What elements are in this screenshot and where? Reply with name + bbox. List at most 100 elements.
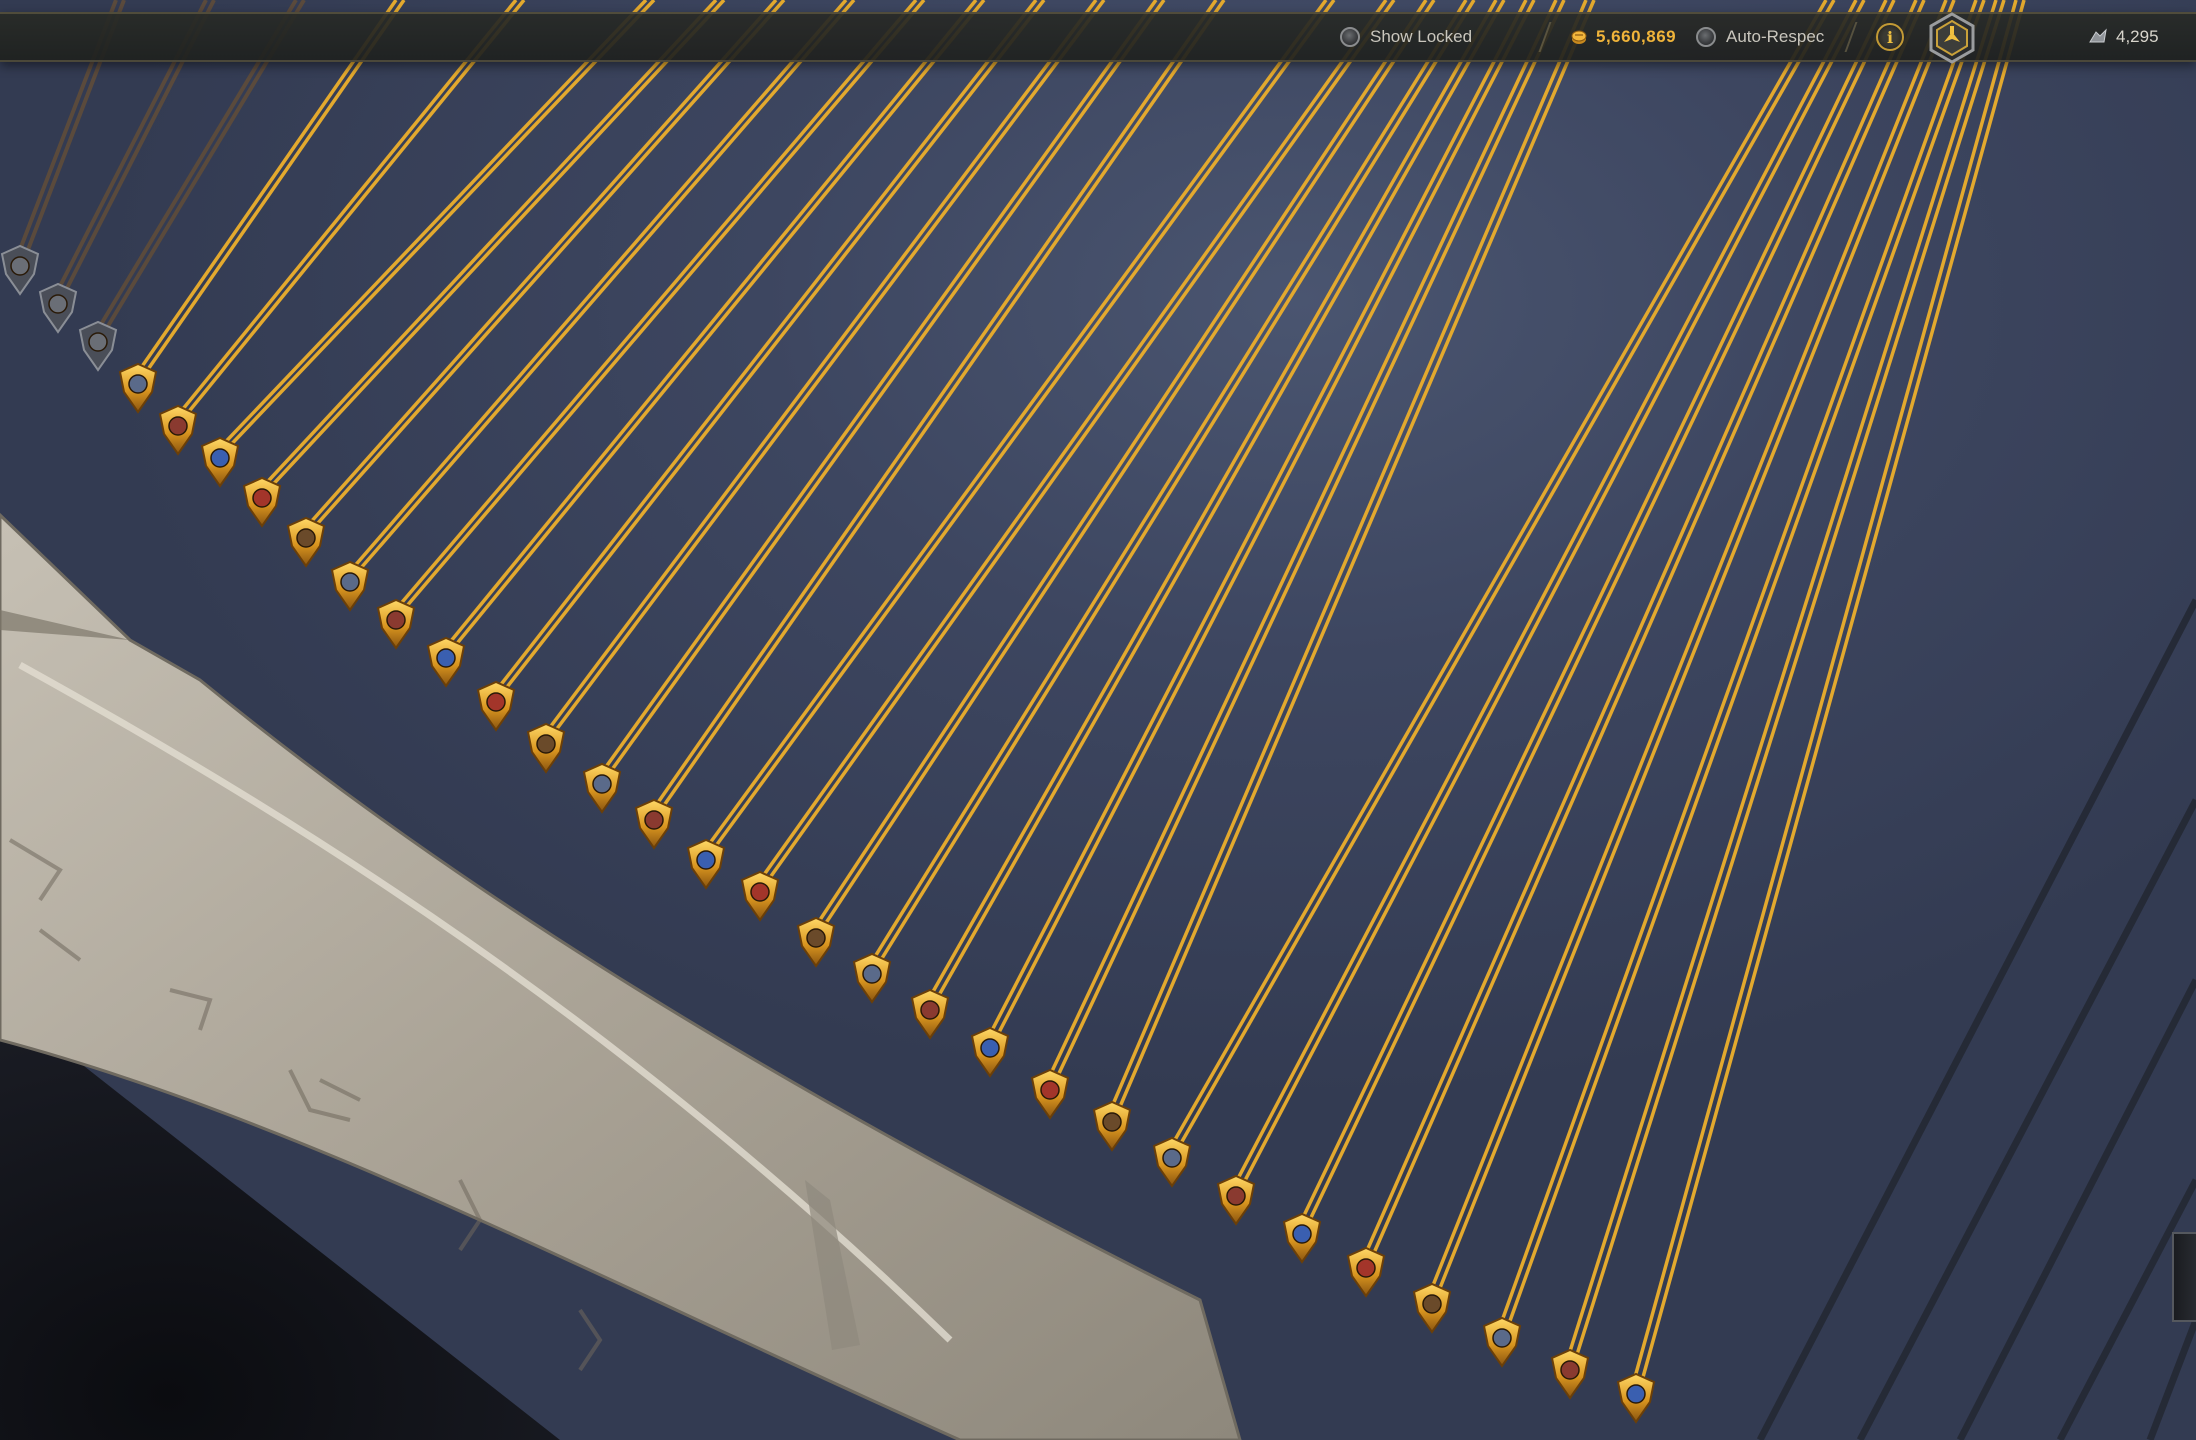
champion-node-icon[interactable] xyxy=(1616,1372,1656,1424)
side-panel-tab[interactable] xyxy=(2172,1232,2196,1322)
champion-node-icon[interactable] xyxy=(634,798,674,850)
toolbar-separator xyxy=(1538,22,1562,52)
locked-node-icon[interactable] xyxy=(78,320,118,372)
node-gem xyxy=(486,692,506,712)
node-gem xyxy=(10,256,30,276)
champion-node-icon[interactable] xyxy=(796,916,836,968)
gold-connector-line xyxy=(352,0,856,578)
champion-node-icon[interactable] xyxy=(686,838,726,890)
inactive-branch-line xyxy=(1756,598,2196,1440)
inactive-branch-line xyxy=(2146,1318,2196,1440)
champion-node-icon[interactable] xyxy=(1282,1212,1322,1264)
inactive-branch-lines xyxy=(1756,598,2196,1440)
gold-connector-line xyxy=(1434,0,1956,1299)
gold-connector-line xyxy=(604,0,1166,780)
node-gem xyxy=(1356,1258,1376,1278)
gold-connector-line xyxy=(264,0,726,494)
inactive-branch-line xyxy=(1856,798,2196,1440)
node-gem xyxy=(1422,1294,1442,1314)
champion-node-icon[interactable] xyxy=(1412,1282,1452,1334)
champion-tree-scene xyxy=(0,0,2196,1440)
champion-node-icon[interactable] xyxy=(852,952,892,1004)
gold-connector-line xyxy=(1174,0,1836,1153)
gold-connector-line xyxy=(924,0,1498,1005)
node-gem xyxy=(980,1038,1000,1058)
gold-connector-line xyxy=(1496,0,1978,1333)
node-gem xyxy=(340,572,360,592)
currency-display: 5,660,869 xyxy=(1570,14,1676,60)
node-gem xyxy=(536,734,556,754)
gold-connector-line xyxy=(390,0,918,616)
node-gem xyxy=(168,416,188,436)
champion-node-icon[interactable] xyxy=(330,560,370,612)
champion-node-icon[interactable] xyxy=(1092,1100,1132,1152)
gold-connector-line xyxy=(992,0,1536,1043)
gold-connector-line xyxy=(498,0,1046,698)
node-gem xyxy=(296,528,316,548)
node-gem xyxy=(920,1000,940,1020)
champion-node-icon[interactable] xyxy=(526,722,566,774)
gold-connector-line xyxy=(1360,0,1918,1263)
node-gem xyxy=(1626,1384,1646,1404)
node-gem xyxy=(644,810,664,830)
gold-connector-line xyxy=(708,0,1336,856)
node-gem xyxy=(1040,1080,1060,1100)
gold-connector-line xyxy=(1296,0,1888,1229)
glyph-resource-icon xyxy=(2089,28,2107,43)
champion-tree-viewport[interactable]: Show Locked 5,660,869 Auto-Respec i 4,29… xyxy=(0,0,2196,1440)
gold-connector-line xyxy=(762,0,1396,888)
node-gem xyxy=(1492,1328,1512,1348)
gold-connector-line xyxy=(648,0,1218,815)
show-locked-radio[interactable] xyxy=(1340,27,1360,47)
auto-respec-toggle[interactable]: Auto-Respec xyxy=(1696,14,1824,60)
champion-node-icon[interactable] xyxy=(118,362,158,414)
champion-hex-icon[interactable] xyxy=(1926,12,1978,64)
champion-node-icon[interactable] xyxy=(910,988,950,1040)
gold-connector-line xyxy=(398,0,926,616)
node-gem xyxy=(862,964,882,984)
champion-node-icon[interactable] xyxy=(376,598,416,650)
node-gem xyxy=(806,928,826,948)
node-gem xyxy=(1560,1360,1580,1380)
champion-node-icon[interactable] xyxy=(1030,1068,1070,1120)
auto-respec-label: Auto-Respec xyxy=(1726,27,1825,46)
node-gem xyxy=(1102,1112,1122,1132)
champion-node-icon[interactable] xyxy=(1152,1136,1192,1188)
gold-connector-line xyxy=(1166,0,1828,1153)
champion-node-icon[interactable] xyxy=(476,680,516,732)
gold-connector-line xyxy=(1504,0,1986,1333)
node-gem xyxy=(696,850,716,870)
gold-connector-line xyxy=(754,0,1388,888)
champion-node-icon[interactable] xyxy=(970,1026,1010,1078)
auto-respec-radio[interactable] xyxy=(1696,27,1716,47)
locked-node-icon[interactable] xyxy=(0,244,40,296)
node-gem xyxy=(1162,1148,1182,1168)
node-gem xyxy=(252,488,272,508)
node-gem xyxy=(592,774,612,794)
locked-node-icon[interactable] xyxy=(38,282,78,334)
champion-node-icon[interactable] xyxy=(1216,1174,1256,1226)
gold-connector-line xyxy=(700,0,1328,856)
gold-connector-line xyxy=(256,0,718,494)
champion-node-icon[interactable] xyxy=(286,516,326,568)
champion-node-icon[interactable] xyxy=(242,476,282,528)
gold-connector-line xyxy=(448,0,986,654)
gold-connector-line xyxy=(344,0,848,578)
node-connector-lines xyxy=(14,0,2026,1389)
champion-node-icon[interactable] xyxy=(1346,1246,1386,1298)
champion-node-icon[interactable] xyxy=(582,762,622,814)
top-toolbar: Show Locked 5,660,869 Auto-Respec i 4,29… xyxy=(0,12,2196,64)
node-gem xyxy=(386,610,406,630)
gold-connector-line xyxy=(440,0,978,654)
champion-node-icon[interactable] xyxy=(158,404,198,456)
champion-node-icon[interactable] xyxy=(1482,1316,1522,1368)
show-locked-toggle[interactable]: Show Locked xyxy=(1340,14,1472,60)
champion-node-icon[interactable] xyxy=(426,636,466,688)
info-icon[interactable]: i xyxy=(1876,23,1904,51)
toolbar-separator xyxy=(1844,22,1868,52)
champion-node-icon[interactable] xyxy=(200,436,240,488)
gold-connector-line xyxy=(984,0,1528,1043)
champion-node-icon[interactable] xyxy=(1550,1348,1590,1400)
gold-coin-icon xyxy=(1571,30,1587,44)
champion-node-icon[interactable] xyxy=(740,870,780,922)
